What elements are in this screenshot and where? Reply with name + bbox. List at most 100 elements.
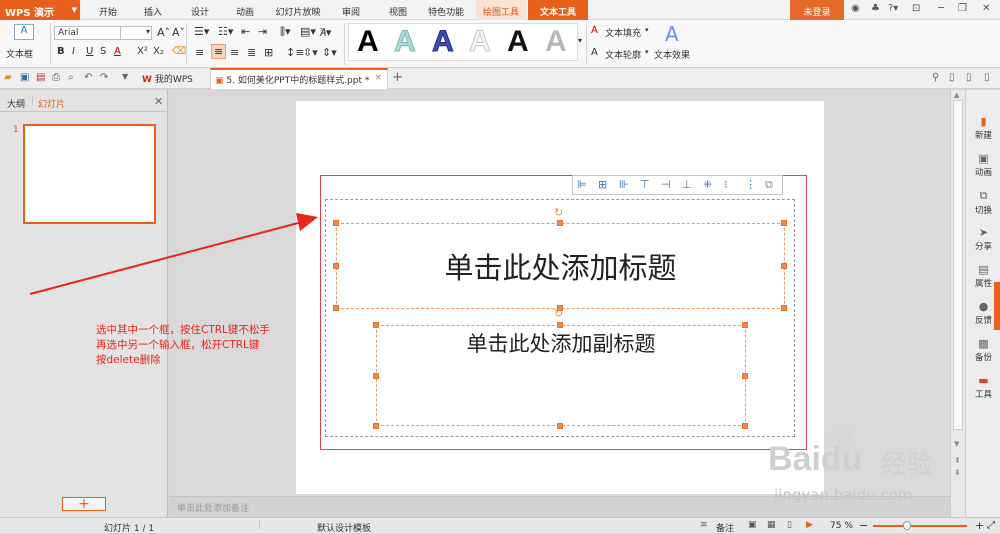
resize-handle[interactable] bbox=[557, 220, 563, 226]
decrease-indent-icon[interactable]: ⇤ bbox=[241, 25, 250, 38]
italic-icon[interactable]: I bbox=[72, 46, 75, 57]
pin-icon[interactable]: ⚲ bbox=[932, 72, 939, 83]
print-icon[interactable]: ⎙ bbox=[52, 72, 60, 83]
align-text-icon[interactable]: ⇕▾ bbox=[322, 46, 337, 59]
align-left-icon[interactable]: ⊫ bbox=[577, 178, 587, 191]
app-menu-button[interactable]: WPS 演示 ▼ bbox=[0, 0, 80, 20]
task-share[interactable]: ➤ 分享 bbox=[966, 226, 1000, 252]
text-style-white-icon[interactable]: A bbox=[469, 25, 492, 58]
align-center-icon[interactable]: ≡ bbox=[211, 44, 227, 59]
subtitle-placeholder-text[interactable]: 单击此处添加副标题 bbox=[376, 328, 746, 358]
menu-text-tools[interactable]: 文本工具 bbox=[528, 0, 588, 20]
doc-icon[interactable]: ▯ bbox=[949, 72, 955, 83]
strikethrough-icon[interactable]: S bbox=[100, 46, 106, 57]
align-left-icon[interactable]: ≡ bbox=[195, 46, 204, 59]
resize-handle[interactable] bbox=[373, 373, 379, 379]
help-icon[interactable]: ?▾ bbox=[888, 3, 898, 14]
shirt-icon[interactable]: ♣ bbox=[871, 3, 880, 14]
distribute-spacing-icon[interactable]: ⋮ bbox=[745, 178, 756, 191]
clear-format-icon[interactable]: ⌫ bbox=[172, 46, 186, 57]
restore-icon[interactable]: ❐ bbox=[958, 3, 967, 14]
more-icon[interactable]: ▯ bbox=[984, 72, 990, 83]
menu-home[interactable]: 开始 bbox=[88, 0, 128, 20]
tab-document[interactable]: ▣ 5. 如何美化PPT中的标题样式.ppt * × bbox=[210, 68, 388, 89]
distribute-vertical-icon[interactable]: ⁝ bbox=[724, 178, 728, 191]
chevron-down-icon[interactable]: ▼ bbox=[122, 72, 128, 81]
chevron-down-icon[interactable]: ▾ bbox=[645, 26, 649, 34]
tab-my-wps[interactable]: W 我的WPS bbox=[140, 68, 208, 89]
new-tab-icon[interactable]: + bbox=[392, 70, 403, 85]
resize-handle[interactable] bbox=[742, 423, 748, 429]
align-bottom-icon[interactable]: ⊥ bbox=[682, 178, 692, 191]
text-style-teal-icon[interactable]: A bbox=[394, 25, 417, 58]
text-style-gray-icon[interactable]: A bbox=[545, 26, 567, 58]
menu-insert[interactable]: 插入 bbox=[133, 0, 173, 20]
close-icon[interactable]: ✕ bbox=[982, 3, 990, 14]
menu-slideshow[interactable]: 幻灯片放映 bbox=[270, 0, 326, 20]
shrink-font-icon[interactable]: A˅ bbox=[172, 26, 185, 39]
text-outline-label[interactable]: 文本轮廓 bbox=[605, 48, 641, 61]
skin-icon[interactable]: ◉ bbox=[851, 3, 860, 14]
save-icon[interactable]: ▣ bbox=[20, 72, 29, 83]
rotate-handle-icon[interactable]: ↻ bbox=[554, 206, 563, 219]
more-align-icon[interactable]: ⧉ bbox=[765, 178, 773, 192]
chevron-down-icon[interactable]: ▾ bbox=[645, 48, 649, 56]
login-button[interactable]: 未登录 bbox=[790, 0, 844, 20]
export-pdf-icon[interactable]: ▤ bbox=[36, 72, 45, 83]
font-size-select[interactable]: ▾ bbox=[120, 26, 152, 40]
tab-outline[interactable]: 大纲 bbox=[7, 97, 25, 110]
task-backup[interactable]: ▩ 备份 bbox=[966, 337, 1000, 363]
open-icon[interactable]: ▰ bbox=[4, 72, 12, 83]
menu-animation[interactable]: 动画 bbox=[225, 0, 265, 20]
title-placeholder-text[interactable]: 单击此处添加标题 bbox=[336, 245, 785, 287]
textbox-label[interactable]: 文本框 bbox=[6, 47, 33, 60]
menu-special[interactable]: 特色功能 bbox=[420, 0, 472, 20]
text-fill-label[interactable]: 文本填充 bbox=[605, 26, 641, 39]
align-middle-icon[interactable]: ⊣ bbox=[661, 178, 671, 191]
numbering-icon[interactable]: ☷▾ bbox=[218, 25, 233, 38]
menu-drawing-tools[interactable]: 绘图工具 bbox=[476, 0, 526, 20]
task-new[interactable]: ▮ 新建 bbox=[966, 115, 1000, 141]
layout-icon[interactable]: ▯ bbox=[966, 72, 972, 83]
normal-view-icon[interactable]: ▣ bbox=[748, 520, 757, 530]
resize-handle[interactable] bbox=[557, 423, 563, 429]
notes-icon[interactable]: ≡ bbox=[700, 520, 708, 530]
paragraph-spacing-icon[interactable]: ⇳▾ bbox=[303, 46, 318, 59]
align-center-icon[interactable]: ⊞ bbox=[598, 178, 607, 191]
notes-toggle[interactable]: 备注 bbox=[716, 521, 734, 534]
close-panel-icon[interactable]: ✕ bbox=[154, 95, 163, 108]
bold-icon[interactable]: B bbox=[57, 46, 65, 57]
resize-handle[interactable] bbox=[373, 423, 379, 429]
scrollbar-thumb[interactable] bbox=[953, 100, 963, 430]
minimize-icon[interactable]: ─ bbox=[938, 3, 944, 14]
textbox-icon[interactable]: A bbox=[14, 24, 34, 40]
redo-icon[interactable]: ↷ bbox=[100, 72, 108, 83]
fit-window-icon[interactable]: ⤢ bbox=[987, 520, 995, 531]
zoom-slider-track[interactable] bbox=[873, 525, 967, 527]
distribute-icon[interactable]: ⊞ bbox=[264, 46, 273, 59]
underline-icon[interactable]: U bbox=[86, 46, 93, 57]
line-spacing-icon[interactable]: ↕≡ bbox=[286, 46, 304, 59]
task-animation[interactable]: ▣ 动画 bbox=[966, 152, 1000, 178]
zoom-out-icon[interactable]: − bbox=[859, 519, 868, 532]
slideshow-icon[interactable]: ▶ bbox=[806, 520, 813, 530]
reading-view-icon[interactable]: ▯ bbox=[787, 520, 792, 530]
undo-icon[interactable]: ↶ bbox=[84, 72, 92, 83]
distribute-horizontal-icon[interactable]: ⁜ bbox=[703, 178, 712, 191]
align-top-icon[interactable]: ⊤ bbox=[640, 178, 650, 191]
close-tab-icon[interactable]: × bbox=[374, 73, 382, 83]
font-color-icon[interactable]: A bbox=[114, 46, 121, 57]
rotate-handle-icon[interactable]: ↻ bbox=[554, 307, 563, 320]
text-outline-icon[interactable]: A bbox=[591, 47, 598, 58]
text-style-blue-icon[interactable]: A bbox=[432, 25, 455, 58]
text-effect-icon[interactable]: A bbox=[665, 22, 679, 46]
subscript-icon[interactable]: X₂ bbox=[153, 46, 164, 57]
resize-handle[interactable] bbox=[333, 220, 339, 226]
bullets-icon[interactable]: ☰▾ bbox=[194, 25, 209, 38]
task-transition[interactable]: ⧉ 切换 bbox=[966, 189, 1000, 216]
align-right-icon[interactable]: ⊪ bbox=[619, 178, 629, 191]
sorter-view-icon[interactable]: ▦ bbox=[767, 520, 776, 530]
text-direction-icon[interactable]: ⫼▾ bbox=[280, 25, 291, 39]
resize-handle[interactable] bbox=[781, 305, 787, 311]
print-preview-icon[interactable]: ⌕ bbox=[68, 72, 74, 83]
